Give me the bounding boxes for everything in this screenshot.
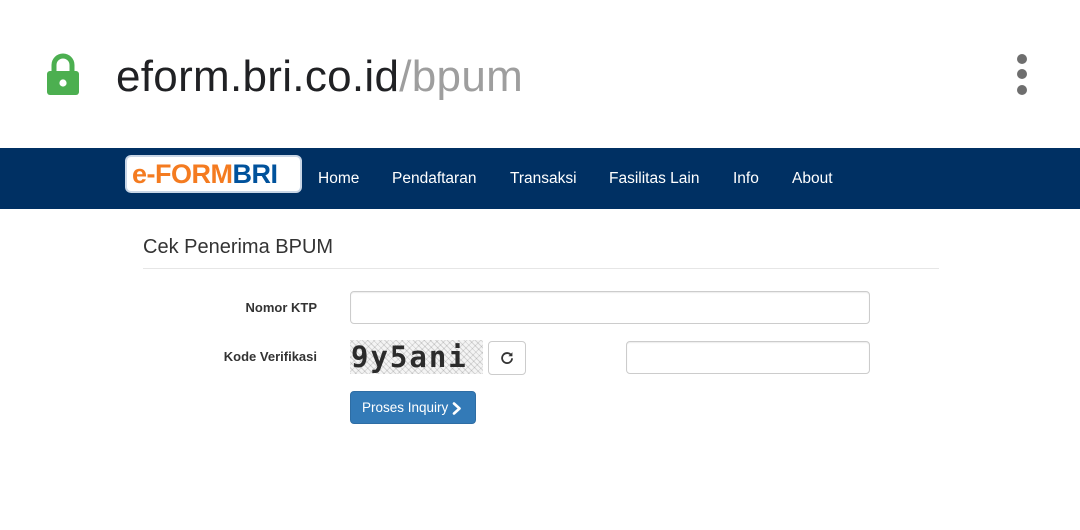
eform-bri-logo[interactable]: e-FORMBRI	[127, 157, 300, 191]
nav-home[interactable]: Home	[318, 170, 359, 188]
ktp-input[interactable]	[350, 291, 870, 324]
logo-part-e: e-	[132, 159, 156, 189]
title-divider	[143, 268, 939, 269]
url-text[interactable]: eform.bri.co.id/bpum	[116, 50, 523, 104]
logo-part-bri: BRI	[232, 159, 279, 189]
site-navbar: e-FORMBRI Home Pendaftaran Transaksi Fas…	[0, 148, 1080, 209]
proses-inquiry-button[interactable]: Proses Inquiry	[350, 391, 476, 424]
refresh-captcha-button[interactable]	[488, 341, 526, 375]
nav-info[interactable]: Info	[733, 170, 759, 188]
chevron-right-icon	[452, 402, 461, 415]
page-title: Cek Penerima BPUM	[143, 236, 334, 258]
nav-pendaftaran[interactable]: Pendaftaran	[392, 170, 476, 188]
kode-verifikasi-label: Kode Verifikasi	[223, 349, 317, 364]
ktp-label: Nomor KTP	[245, 300, 318, 315]
nav-about[interactable]: About	[792, 170, 833, 188]
url-path: /bpum	[399, 52, 524, 101]
url-host: eform.bri.co.id	[116, 52, 400, 101]
refresh-icon	[501, 352, 513, 364]
captcha-image: 9y5ani	[350, 340, 483, 374]
captcha-text: 9y5ani	[351, 340, 468, 374]
kode-verifikasi-input[interactable]	[626, 341, 870, 374]
browser-address-bar: eform.bri.co.id/bpum	[0, 0, 1080, 148]
proses-inquiry-label: Proses Inquiry	[362, 400, 449, 415]
more-vert-icon[interactable]	[1010, 52, 1034, 98]
nav-fasilitas-lain[interactable]: Fasilitas Lain	[609, 170, 699, 188]
nav-transaksi[interactable]: Transaksi	[510, 170, 577, 188]
logo-part-form: FORM	[155, 159, 233, 189]
lock-icon	[47, 53, 79, 95]
